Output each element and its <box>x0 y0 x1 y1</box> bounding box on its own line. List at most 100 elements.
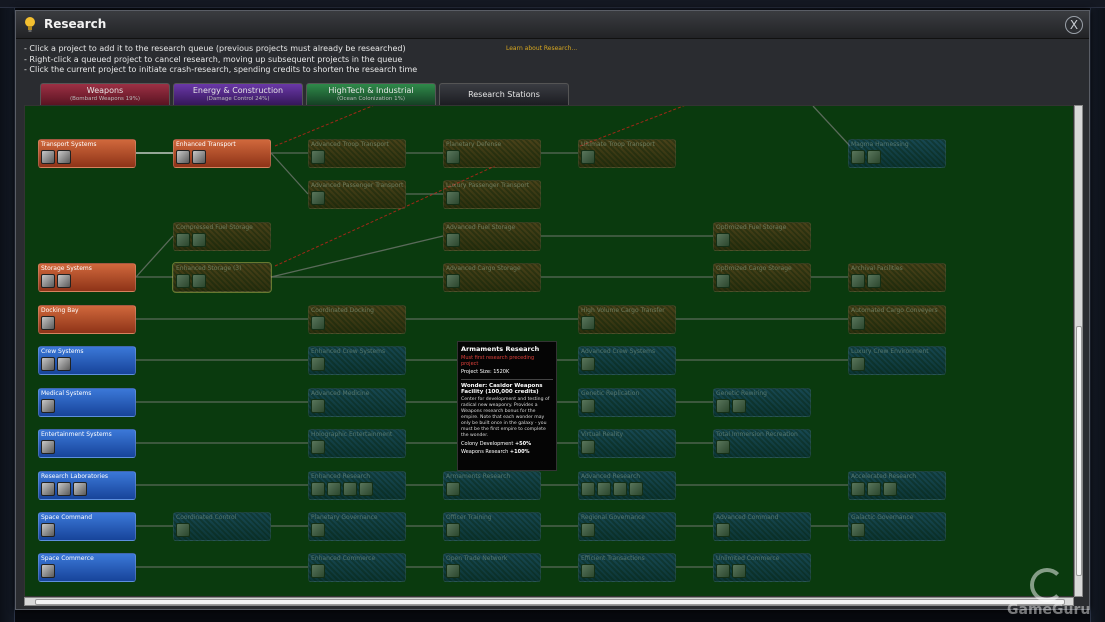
research-node[interactable]: Transport Systems <box>38 139 136 168</box>
research-node[interactable]: Holographic Entertainment <box>308 429 406 458</box>
component-icon <box>581 357 595 371</box>
research-node[interactable]: Automated Cargo Conveyers <box>848 305 946 334</box>
research-node[interactable]: Coordinated Docking <box>308 305 406 334</box>
research-node[interactable]: Space Command <box>38 512 136 541</box>
research-node-icons <box>851 523 865 537</box>
research-node[interactable]: Optimized Fuel Storage <box>713 222 811 251</box>
research-node[interactable]: Planetary Defense <box>443 139 541 168</box>
research-node-icons <box>41 399 55 413</box>
research-node[interactable]: Genetic Replication <box>578 388 676 417</box>
research-node[interactable]: Total Immersion Recreation <box>713 429 811 458</box>
vertical-scrollbar[interactable] <box>1074 105 1083 597</box>
close-button[interactable]: X <box>1065 16 1083 34</box>
component-icon <box>581 482 595 496</box>
research-node[interactable]: Research Laboratories <box>38 471 136 500</box>
component-icon <box>446 564 460 578</box>
research-node[interactable]: Galactic Governance <box>848 512 946 541</box>
research-node[interactable]: Medical Systems <box>38 388 136 417</box>
research-node[interactable]: Magma Harnessing <box>848 139 946 168</box>
tab-hightech-industrial[interactable]: HighTech & Industrial (Ocean Colonizatio… <box>306 83 436 105</box>
research-node[interactable]: Efficient Transactions <box>578 553 676 582</box>
research-node[interactable]: Virtual Reality <box>578 429 676 458</box>
research-node-icons <box>311 399 325 413</box>
research-node[interactable]: Advanced Crew Systems <box>578 346 676 375</box>
research-node-icons <box>176 523 190 537</box>
research-node-icons <box>41 440 55 454</box>
research-node-icons <box>176 150 206 164</box>
research-node[interactable]: Archival Facilities <box>848 263 946 292</box>
research-node[interactable]: Luxury Passenger Transport <box>443 180 541 209</box>
research-node-label: Galactic Governance <box>851 514 914 521</box>
window-titlebar[interactable]: Research X <box>16 11 1089 39</box>
tab-research-stations[interactable]: Research Stations <box>439 83 569 105</box>
component-icon <box>192 150 206 164</box>
research-tree[interactable]: Transport Systems Enhanced Transport Advan… <box>24 105 1074 597</box>
research-node-icons <box>41 564 55 578</box>
research-node[interactable]: Advanced Passenger Transport <box>308 180 406 209</box>
research-node-label: Enhanced Storage (3) <box>176 265 242 272</box>
learn-about-research-link[interactable]: Learn about Research... <box>506 45 577 52</box>
research-node-icons <box>716 274 730 288</box>
research-node[interactable]: Enhanced Transport <box>173 139 271 168</box>
research-node[interactable]: Advanced Troop Transport <box>308 139 406 168</box>
research-node-icons <box>311 523 325 537</box>
research-node[interactable]: Accelerated Research <box>848 471 946 500</box>
horizontal-scroll-thumb[interactable] <box>35 599 1065 605</box>
research-node[interactable]: Luxury Crew Environment <box>848 346 946 375</box>
bonus-value: +50% <box>514 441 532 447</box>
research-node[interactable]: Advanced Medicine <box>308 388 406 417</box>
component-icon <box>73 482 87 496</box>
research-node[interactable]: Advanced Cargo Storage <box>443 263 541 292</box>
research-node[interactable]: Enhanced Research <box>308 471 406 500</box>
component-icon <box>446 150 460 164</box>
research-node[interactable]: Enhanced Crew Systems <box>308 346 406 375</box>
tab-progress: (Bombard Weapons 19%) <box>69 96 141 102</box>
component-icon <box>581 523 595 537</box>
research-node-label: Advanced Cargo Storage <box>446 265 521 272</box>
research-node[interactable]: Open Trade Network <box>443 553 541 582</box>
research-node[interactable]: Planetary Governance <box>308 512 406 541</box>
research-node[interactable]: Compressed Fuel Storage <box>173 222 271 251</box>
component-icon <box>57 274 71 288</box>
research-node-label: Advanced Crew Systems <box>581 348 656 355</box>
component-icon <box>41 357 55 371</box>
tab-weapons[interactable]: Weapons (Bombard Weapons 19%) <box>40 83 170 105</box>
research-node-label: Entertainment Systems <box>41 431 112 438</box>
component-icon <box>311 523 325 537</box>
research-node[interactable]: Docking Bay <box>38 305 136 334</box>
research-node[interactable]: Ultimate Troop Transport <box>578 139 676 168</box>
component-icon <box>851 523 865 537</box>
research-node[interactable]: Crew Systems <box>38 346 136 375</box>
research-node[interactable]: High Volume Cargo Transfer <box>578 305 676 334</box>
research-node[interactable]: Regional Governance <box>578 512 676 541</box>
research-node-icons <box>41 357 71 371</box>
horizontal-scrollbar[interactable] <box>24 597 1074 606</box>
watermark: GameGuru <box>1007 568 1090 618</box>
vertical-scroll-thumb[interactable] <box>1076 326 1082 576</box>
research-node[interactable]: Advanced Research <box>578 471 676 500</box>
research-node[interactable]: Coordinated Control <box>173 512 271 541</box>
research-node[interactable]: Entertainment Systems <box>38 429 136 458</box>
tab-energy-construction[interactable]: Energy & Construction (Damage Control 24… <box>173 83 303 105</box>
research-node[interactable]: Genetic Rewiring <box>713 388 811 417</box>
component-icon <box>41 440 55 454</box>
tooltip-wonder: Wonder: Casidor Weapons Facility (100,00… <box>461 379 553 395</box>
component-icon <box>311 399 325 413</box>
component-icon <box>176 233 190 247</box>
tab-progress: (Ocean Colonization 1%) <box>336 96 405 102</box>
research-node[interactable]: Space Commerce <box>38 553 136 582</box>
research-node[interactable]: Armaments Research <box>443 471 541 500</box>
component-icon <box>851 150 865 164</box>
research-node[interactable]: Optimized Cargo Storage <box>713 263 811 292</box>
research-node[interactable]: Enhanced Storage (3) <box>172 262 272 293</box>
research-node[interactable]: Advanced Fuel Storage <box>443 222 541 251</box>
window-title: Research <box>44 17 107 31</box>
research-node[interactable]: Unlimited Commerce <box>713 553 811 582</box>
research-node[interactable]: Storage Systems <box>38 263 136 292</box>
component-icon <box>41 564 55 578</box>
research-node[interactable]: Officer Training <box>443 512 541 541</box>
research-node-label: Optimized Fuel Storage <box>716 224 787 231</box>
research-node[interactable]: Enhanced Commerce <box>308 553 406 582</box>
tab-label: Weapons <box>86 86 124 95</box>
research-node[interactable]: Advanced Command <box>713 512 811 541</box>
